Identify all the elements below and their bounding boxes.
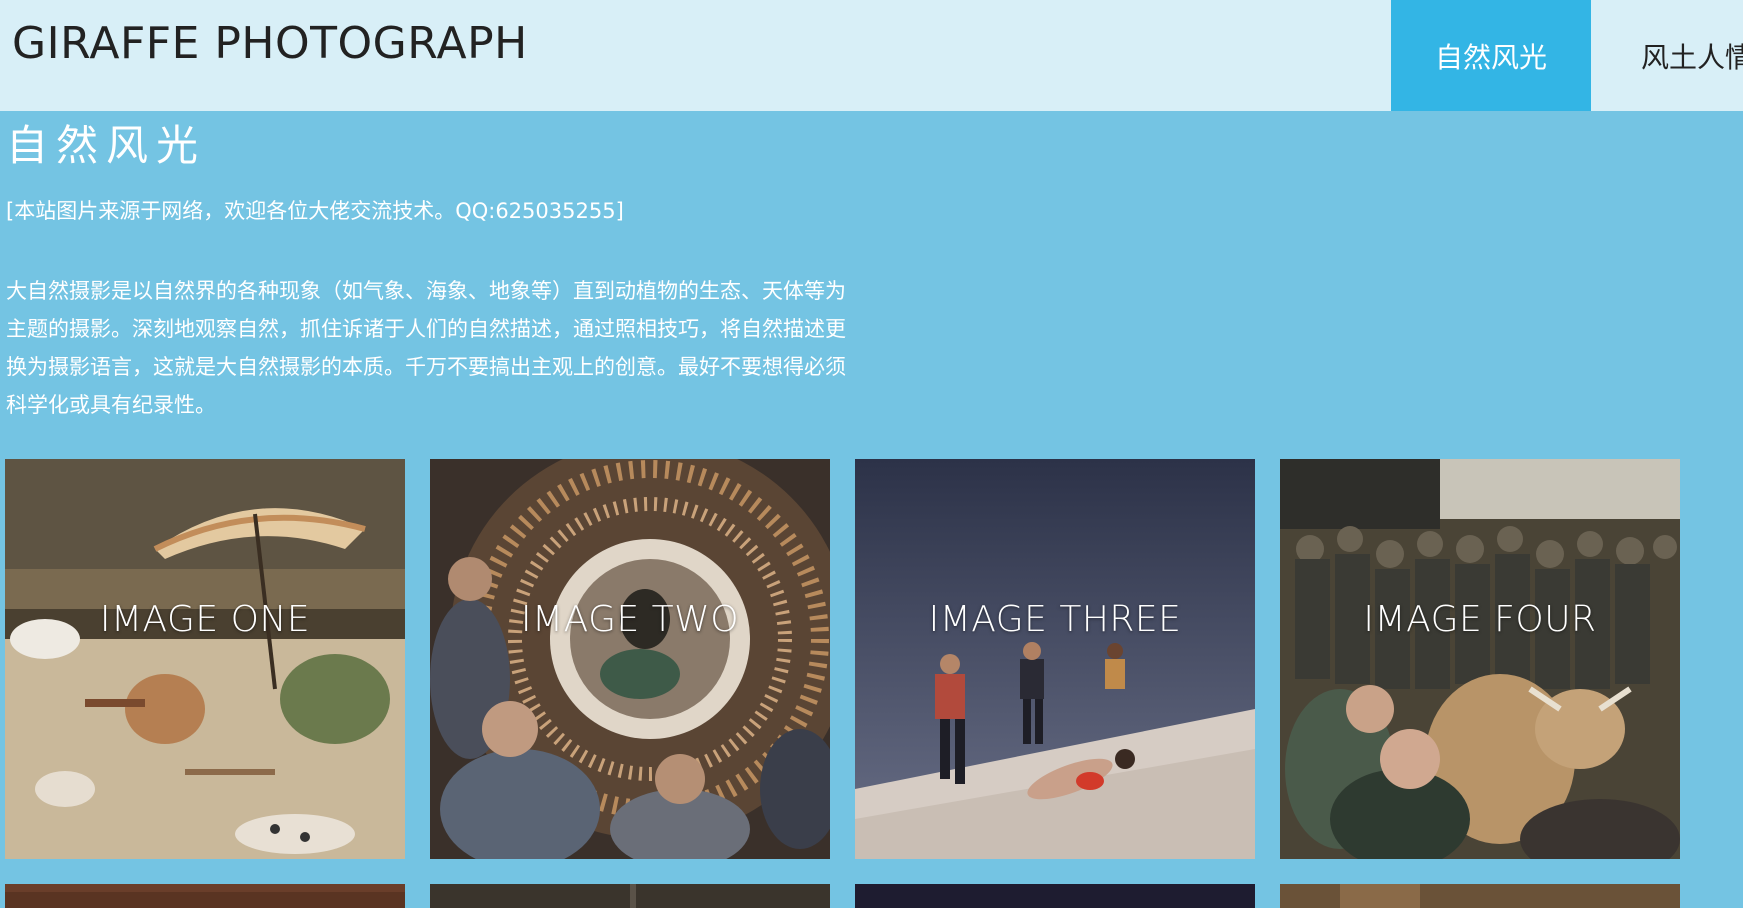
gallery-tile-four[interactable]: IMAGE FOUR bbox=[1280, 459, 1680, 859]
nav-tab-nature[interactable]: 自然风光 bbox=[1391, 0, 1591, 111]
gallery-tile-two[interactable]: IMAGE TWO bbox=[430, 459, 830, 859]
gallery-tile-seven[interactable] bbox=[855, 884, 1255, 908]
source-notice: [本站图片来源于网络，欢迎各位大佬交流技术。QQ:625035255] bbox=[6, 199, 624, 223]
gallery-tile-six[interactable] bbox=[430, 884, 830, 908]
photo-row2-three bbox=[855, 884, 1255, 908]
tile-label-one: IMAGE ONE bbox=[99, 598, 311, 640]
photo-row2-one bbox=[5, 884, 405, 908]
gallery-tile-one[interactable]: IMAGE ONE bbox=[5, 459, 405, 859]
section-title: 自然风光 bbox=[6, 121, 207, 170]
site-header: GIRAFFE PHOTOGRAPH 自然风光 风土人情 bbox=[0, 0, 1743, 111]
gallery-tile-eight[interactable] bbox=[1280, 884, 1680, 908]
photo-row2-four bbox=[1280, 884, 1680, 908]
site-title[interactable]: GIRAFFE PHOTOGRAPH bbox=[12, 18, 528, 69]
gallery-tile-three[interactable]: IMAGE THREE bbox=[855, 459, 1255, 859]
section-description: 大自然摄影是以自然界的各种现象（如气象、海象、地象等）直到动植物的生态、天体等为… bbox=[6, 279, 846, 417]
tile-label-two: IMAGE TWO bbox=[520, 598, 740, 640]
tile-label-four: IMAGE FOUR bbox=[1363, 598, 1597, 640]
photo-row2-two bbox=[430, 884, 830, 908]
tile-label-three: IMAGE THREE bbox=[928, 598, 1182, 640]
gallery-tile-five[interactable] bbox=[5, 884, 405, 908]
nav-tab-culture[interactable]: 风土人情 bbox=[1591, 0, 1743, 111]
